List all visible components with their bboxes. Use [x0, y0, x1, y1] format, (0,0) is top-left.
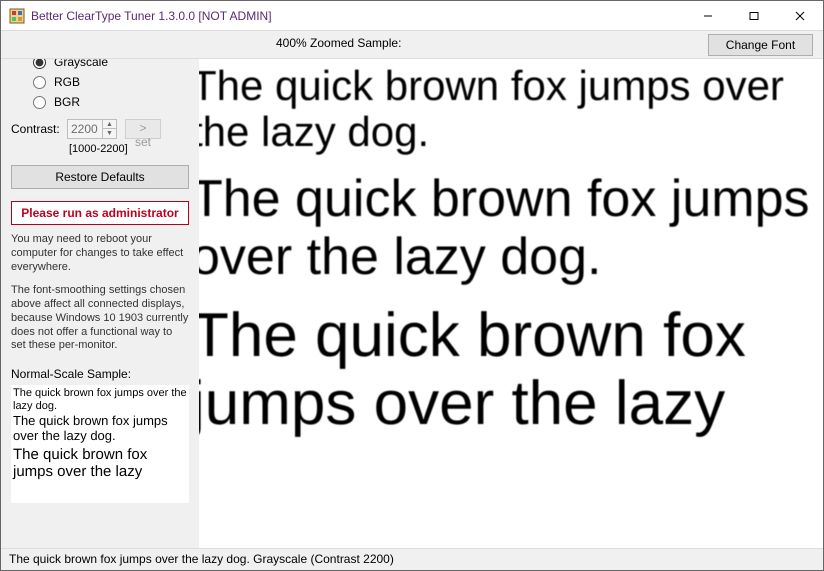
radio-bgr-input[interactable] — [33, 96, 46, 109]
change-font-button[interactable]: Change Font — [708, 34, 813, 56]
admin-warning: Please run as administrator — [11, 201, 189, 225]
zoom-line-3: The quick brown fox jumps over the lazy — [199, 302, 823, 438]
contrast-spinner[interactable]: ▲ ▼ — [67, 119, 117, 139]
radio-rgb[interactable]: RGB — [33, 75, 189, 89]
contrast-row: Contrast: ▲ ▼ > set — [11, 119, 189, 139]
normal-sample-line-3: The quick brown fox jumps over the lazy — [13, 446, 187, 481]
contrast-label: Contrast: — [11, 122, 59, 136]
left-panel: Enable Font Antialiasing Grayscale RGB B… — [1, 59, 199, 548]
window-title: Better ClearType Tuner 1.3.0.0 [NOT ADMI… — [31, 9, 272, 23]
info-text-2: The font-smoothing settings chosen above… — [11, 284, 189, 353]
app-icon — [9, 8, 25, 24]
zoom-line-2: The quick brown fox jumps over the lazy … — [199, 171, 823, 285]
maximize-button[interactable] — [731, 1, 777, 31]
aa-mode-radios: Grayscale RGB BGR — [33, 55, 189, 109]
status-bar: The quick brown fox jumps over the lazy … — [1, 548, 823, 570]
normal-sample-heading: Normal-Scale Sample: — [11, 367, 189, 381]
radio-rgb-label: RGB — [54, 75, 80, 89]
spinner-up-icon[interactable]: ▲ — [102, 120, 116, 129]
info-text-1: You may need to reboot your computer for… — [11, 233, 189, 274]
spinner-arrows[interactable]: ▲ ▼ — [102, 120, 116, 138]
normal-sample-line-1: The quick brown fox jumps over the lazy … — [13, 387, 187, 412]
contrast-set-button[interactable]: > set — [125, 119, 161, 139]
zoom-sample-label: 400% Zoomed Sample: — [276, 36, 401, 50]
top-strip: 400% Zoomed Sample: Change Font — [1, 31, 823, 59]
zoomed-sample-panel: The quick brown fox jumps over the lazy … — [199, 59, 823, 548]
radio-rgb-input[interactable] — [33, 76, 46, 89]
normal-sample-line-2: The quick brown fox jumps over the lazy … — [13, 414, 187, 444]
radio-bgr-label: BGR — [54, 95, 80, 109]
radio-bgr[interactable]: BGR — [33, 95, 189, 109]
contrast-range-text: [1000-2200] — [69, 143, 189, 155]
close-button[interactable] — [777, 1, 823, 31]
contrast-input[interactable] — [68, 120, 102, 138]
minimize-button[interactable] — [685, 1, 731, 31]
zoom-line-1: The quick brown fox jumps over the lazy … — [199, 63, 823, 155]
restore-defaults-button[interactable]: Restore Defaults — [11, 165, 189, 189]
normal-sample-panel: The quick brown fox jumps over the lazy … — [11, 385, 189, 503]
main-area: Enable Font Antialiasing Grayscale RGB B… — [1, 59, 823, 548]
spinner-down-icon[interactable]: ▼ — [102, 129, 116, 138]
titlebar: Better ClearType Tuner 1.3.0.0 [NOT ADMI… — [1, 1, 823, 31]
